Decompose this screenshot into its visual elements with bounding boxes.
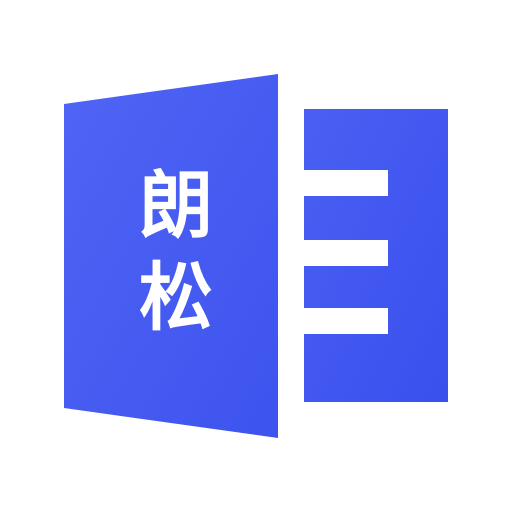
document-line [300, 170, 388, 196]
app-icon: 朗 松 [0, 0, 512, 512]
document-door-logo-icon [64, 74, 448, 438]
document-line [300, 308, 388, 334]
logo-char-1: 朗 [139, 163, 213, 249]
document-line [300, 240, 388, 266]
logo-char-2: 松 [139, 255, 213, 341]
